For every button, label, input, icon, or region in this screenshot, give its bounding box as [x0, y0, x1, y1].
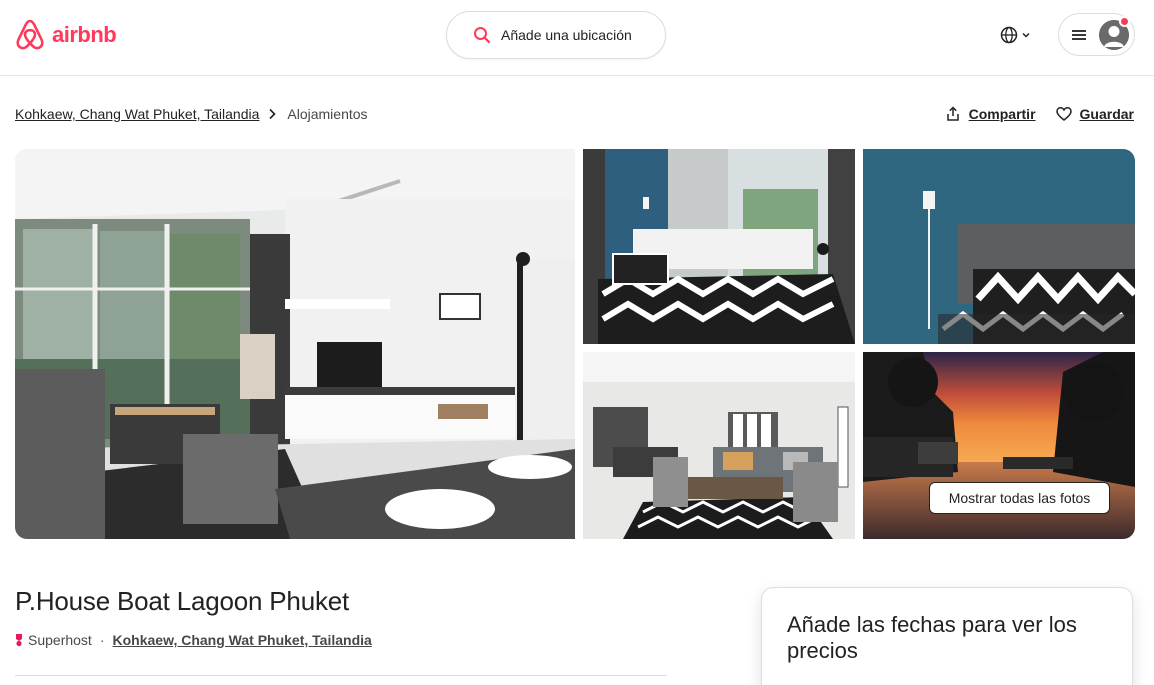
show-all-photos-button[interactable]: Mostrar todas las fotos [929, 482, 1110, 514]
airbnb-logo[interactable]: airbnb [14, 18, 117, 52]
save-label: Guardar [1079, 106, 1134, 122]
share-icon [946, 106, 959, 121]
photo-gallery [15, 149, 1135, 539]
heart-icon [1055, 107, 1072, 121]
listing-location-link[interactable]: Kohkaew, Chang Wat Phuket, Tailandia [113, 632, 372, 648]
breadcrumb: Kohkaew, Chang Wat Phuket, Tailandia Alo… [15, 106, 368, 122]
superhost-label: Superhost [28, 632, 92, 648]
location-search-button[interactable]: Añade una ubicación [446, 11, 666, 59]
chevron-down-icon [1022, 32, 1030, 38]
breadcrumb-current: Alojamientos [287, 106, 368, 122]
photo-bedroom-window[interactable] [583, 149, 855, 344]
photo-lounge[interactable] [583, 352, 855, 539]
hamburger-icon [1072, 29, 1086, 40]
listing-title: P.House Boat Lagoon Phuket [15, 586, 350, 616]
search-icon [474, 27, 491, 44]
meta-separator: · [99, 632, 105, 648]
booking-card: Añade las fechas para ver los precios [761, 587, 1133, 685]
show-all-photos-label: Mostrar todas las fotos [948, 490, 1091, 506]
save-button[interactable]: Guardar [1055, 106, 1134, 122]
photo-bedroom-headboard[interactable] [863, 149, 1135, 344]
share-label: Compartir [968, 106, 1036, 122]
listing-actions: Compartir Guardar [945, 106, 1134, 122]
top-header: airbnb Añade una ubicación [0, 0, 1154, 76]
language-button[interactable] [1000, 22, 1031, 48]
airbnb-logo-icon [16, 19, 44, 50]
superhost-icon [16, 634, 22, 647]
search-placeholder: Añade una ubicación [501, 27, 632, 43]
listing-meta: Superhost · Kohkaew, Chang Wat Phuket, T… [15, 632, 372, 648]
airbnb-wordmark: airbnb [52, 22, 117, 47]
globe-icon [1000, 26, 1018, 44]
chevron-right-icon [269, 108, 277, 120]
photo-living-room[interactable] [15, 149, 575, 539]
share-button[interactable]: Compartir [945, 106, 1036, 122]
breadcrumb-location-link[interactable]: Kohkaew, Chang Wat Phuket, Tailandia [15, 106, 259, 122]
notification-dot [1119, 16, 1130, 27]
booking-prompt: Añade las fechas para ver los precios [787, 612, 1077, 663]
section-divider [15, 675, 667, 676]
